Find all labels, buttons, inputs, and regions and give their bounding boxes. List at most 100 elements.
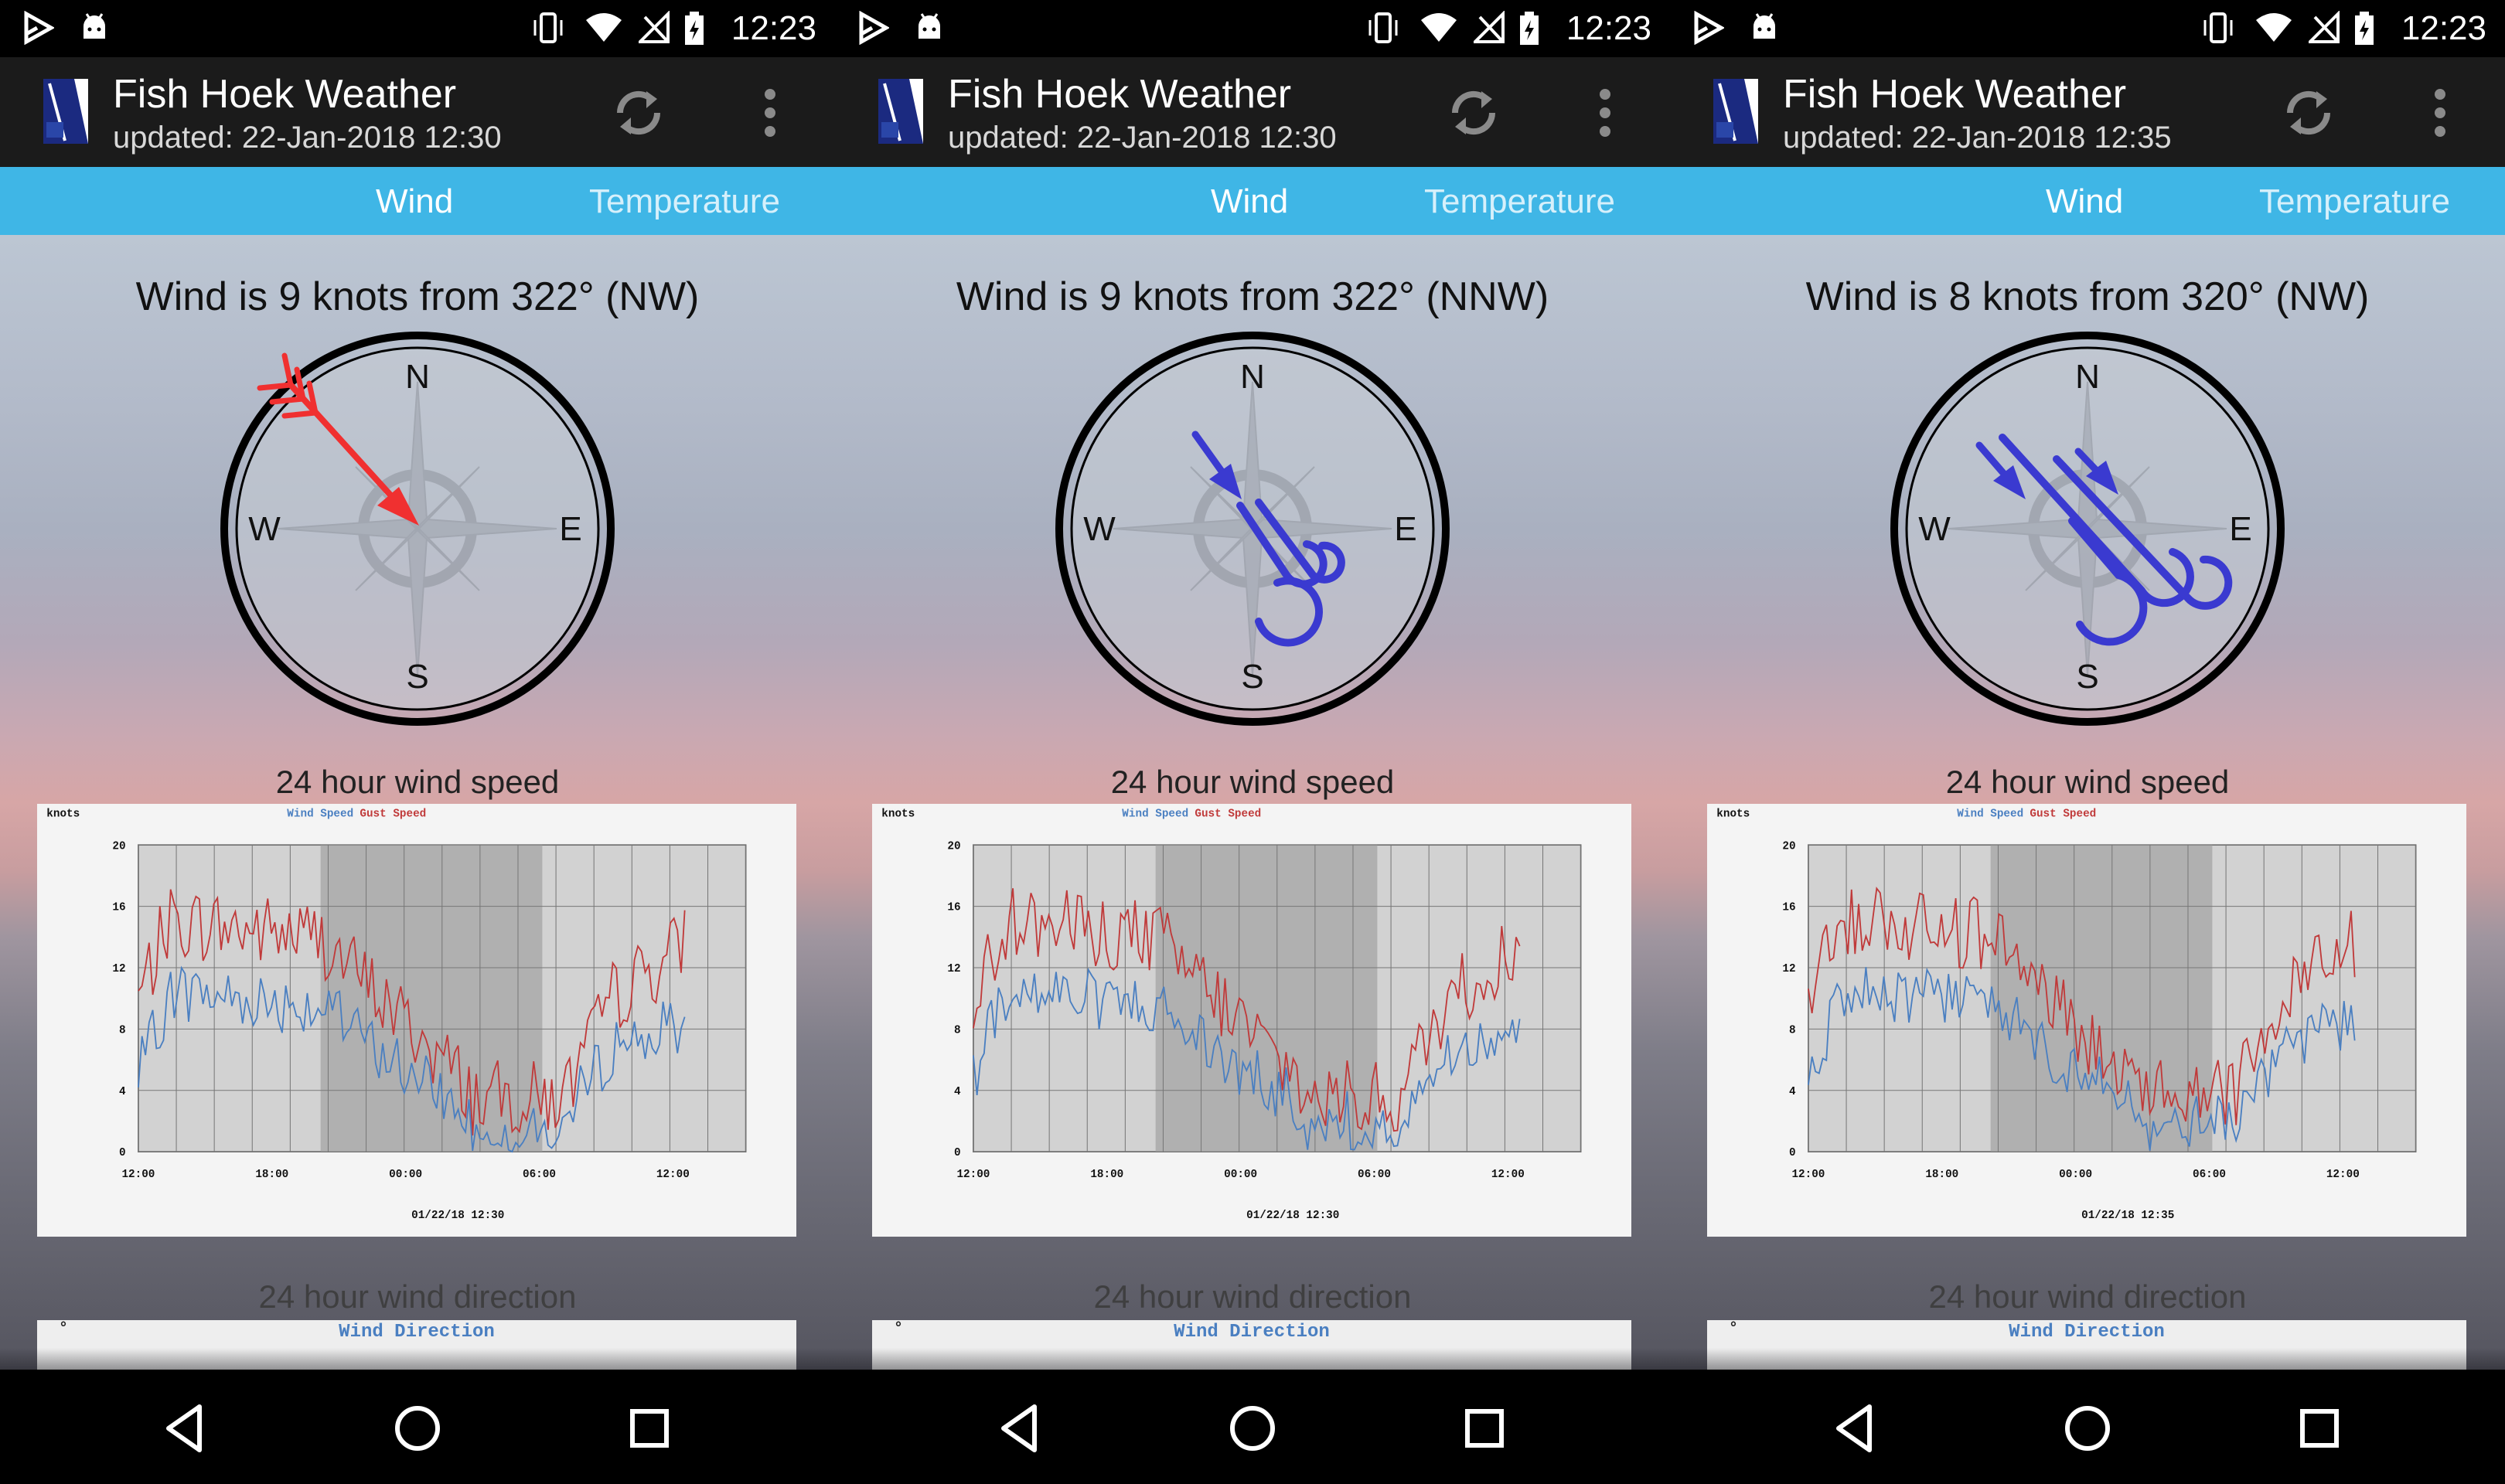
tab-temperature[interactable]: Temperature — [589, 182, 780, 221]
tab-wind[interactable]: Wind — [2046, 182, 2123, 221]
legend-gust-speed: Gust Speed — [360, 808, 426, 820]
app-title: Fish Hoek Weather — [113, 72, 457, 117]
wind-speed-chart: knots Wind Speed Gust Speed 20 16 12 8 4 0 12:00 1… — [872, 804, 1631, 1237]
recents-icon[interactable] — [2289, 1397, 2350, 1459]
wind-summary: Wind is 8 knots from 320° (NW) — [1805, 274, 2370, 319]
status-time: 12:23 — [1566, 9, 1651, 47]
wind-speed-chart-svg: knots Wind Speed Gust Speed 20 16 12 8 4 0 12:00 1… — [1716, 808, 2417, 1222]
tab-strip: Wind Temperature — [0, 167, 835, 235]
compass-w: W — [1918, 510, 1951, 548]
night-shading — [320, 845, 543, 1152]
wind-speed-chart: knots Wind Speed Gust Speed 20 16 12 8 4 0 12:00 1… — [1707, 804, 2466, 1237]
wind-speed-chart-svg: knots Wind Speed Gust Speed 20 16 12 8 4 0 12:00 1… — [46, 808, 747, 1222]
refresh-icon[interactable] — [2276, 80, 2341, 145]
app-logo-icon — [1713, 79, 1758, 144]
android-notification-icon — [918, 13, 940, 39]
app-bar: Fish Hoek Weather updated: 22-Jan-2018 1… — [1670, 57, 2505, 167]
x-tick-label: 12:00 — [2326, 1169, 2360, 1181]
recents-icon[interactable] — [1454, 1397, 1515, 1459]
tab-temperature[interactable]: Temperature — [1424, 182, 1615, 221]
compass-s: S — [2076, 658, 2098, 696]
overflow-menu-icon[interactable] — [1582, 80, 1628, 145]
y-tick-label: 4 — [954, 1086, 961, 1098]
app-logo-icon — [43, 79, 88, 144]
x-tick-label: 18:00 — [1090, 1169, 1123, 1181]
home-icon[interactable] — [2057, 1397, 2118, 1459]
x-tick-label: 12:00 — [1791, 1169, 1825, 1181]
tab-temperature[interactable]: Temperature — [2259, 182, 2450, 221]
direction-legend: Wind Direction — [1174, 1322, 1330, 1343]
tab-strip: Wind Temperature — [1670, 167, 2505, 235]
wind-content: Wind is 9 knots from 322° (NW) N S W E 2… — [0, 235, 835, 1370]
y-tick-label: 16 — [112, 902, 125, 914]
scroll-fade — [0, 1348, 835, 1370]
status-bar: 12:23 — [835, 0, 1670, 57]
status-time: 12:23 — [731, 9, 816, 47]
wifi-icon — [1421, 13, 1457, 42]
y-tick-label: 12 — [112, 963, 125, 975]
home-icon[interactable] — [387, 1397, 448, 1459]
y-tick-label: 20 — [947, 840, 960, 853]
wind-speed-chart: knots Wind Speed Gust Speed 20 16 12 8 4 0 12:00 1… — [37, 804, 796, 1237]
app-title: Fish Hoek Weather — [948, 72, 1292, 117]
tab-strip: Wind Temperature — [835, 167, 1670, 235]
phone-screen-1: 12:23 Fish Hoek Weather updated: 22-Jan-… — [0, 0, 835, 1484]
x-tick-label: 06:00 — [2193, 1169, 2226, 1181]
battery-charging-icon — [2355, 12, 2374, 45]
x-tick-label: 06:00 — [523, 1169, 556, 1181]
y-tick-label: 20 — [112, 840, 125, 853]
battery-charging-icon — [685, 12, 704, 45]
android-notification-icon — [1754, 13, 1775, 39]
home-icon[interactable] — [1222, 1397, 1283, 1459]
y-tick-label: 8 — [954, 1024, 961, 1036]
refresh-icon[interactable] — [606, 80, 671, 145]
chart-timestamp: 01/22/18 12:30 — [411, 1210, 504, 1222]
battery-charging-icon — [1520, 12, 1539, 45]
direction-legend: Wind Direction — [339, 1322, 495, 1343]
refresh-icon[interactable] — [1441, 80, 1506, 145]
compass-e: E — [1394, 510, 1416, 548]
overflow-menu-icon[interactable] — [747, 80, 793, 145]
x-tick-label: 06:00 — [1358, 1169, 1391, 1181]
x-tick-label: 00:00 — [2059, 1169, 2092, 1181]
x-tick-label: 00:00 — [389, 1169, 422, 1181]
screens-container: 12:23 Fish Hoek Weather updated: 22-Jan-… — [0, 0, 2505, 1484]
y-unit-label: knots — [1716, 808, 1750, 820]
play-store-notification-icon — [859, 11, 889, 45]
compass-w: W — [1083, 510, 1116, 548]
wind-direction-chart-title: 24 hour wind direction — [1928, 1278, 2247, 1315]
night-shading — [1990, 845, 2213, 1152]
app-title: Fish Hoek Weather — [1783, 72, 2127, 117]
nav-bar — [0, 1370, 835, 1484]
no-signal-icon — [639, 11, 670, 43]
wind-speed-chart-svg: knots Wind Speed Gust Speed 20 16 12 8 4 0 12:00 1… — [881, 808, 1582, 1222]
wind-speed-chart-title: 24 hour wind speed — [1945, 764, 2230, 800]
tab-wind[interactable]: Wind — [1211, 182, 1288, 221]
compass-n: N — [1240, 358, 1265, 396]
nav-bar — [835, 1370, 1670, 1484]
legend-wind-speed: Wind Speed — [1122, 808, 1188, 820]
back-icon[interactable] — [1825, 1397, 1886, 1459]
back-icon[interactable] — [155, 1397, 216, 1459]
x-tick-label: 12:00 — [956, 1169, 990, 1181]
chart-timestamp: 01/22/18 12:30 — [1246, 1210, 1339, 1222]
legend-wind-speed: Wind Speed — [1957, 808, 2023, 820]
updated-timestamp: updated: 22-Jan-2018 12:35 — [1783, 121, 2172, 155]
wind-summary: Wind is 9 knots from 322° (NW) — [135, 274, 700, 319]
overflow-menu-icon[interactable] — [2417, 80, 2463, 145]
app-bar: Fish Hoek Weather updated: 22-Jan-2018 1… — [0, 57, 835, 167]
app-logo-icon — [878, 79, 923, 144]
back-icon[interactable] — [990, 1397, 1051, 1459]
compass-dial: N S W E — [220, 332, 615, 726]
wifi-icon — [2256, 13, 2292, 42]
recents-icon[interactable] — [619, 1397, 680, 1459]
legend-gust-speed: Gust Speed — [1195, 808, 1261, 820]
wind-direction-chart-title: 24 hour wind direction — [258, 1278, 577, 1315]
wind-speed-chart-title: 24 hour wind speed — [1110, 764, 1395, 800]
x-tick-label: 12:00 — [656, 1169, 690, 1181]
y-tick-label: 16 — [947, 902, 960, 914]
tab-wind[interactable]: Wind — [376, 182, 453, 221]
no-signal-icon — [1474, 11, 1505, 43]
y-tick-label: 8 — [1789, 1024, 1796, 1036]
compass-s: S — [1241, 658, 1263, 696]
